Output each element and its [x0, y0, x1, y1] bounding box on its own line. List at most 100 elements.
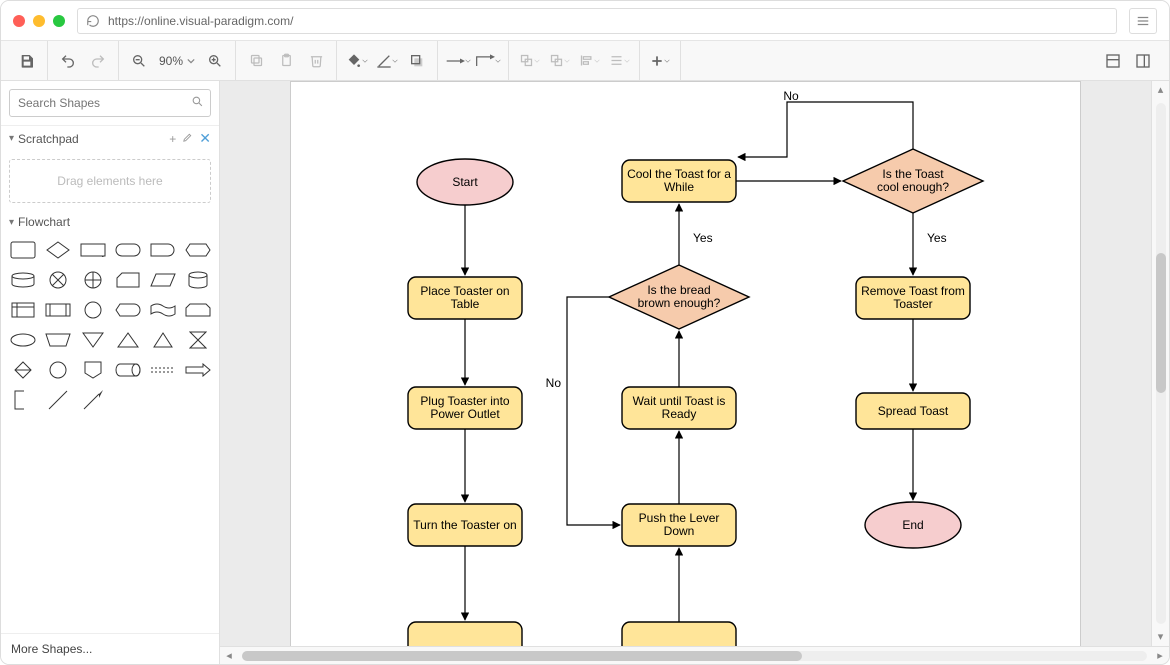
shape-database[interactable] [184, 269, 211, 291]
node-plug-toaster[interactable]: Plug Toaster intoPower Outlet [408, 387, 522, 429]
shape-internal-storage[interactable] [9, 299, 36, 321]
vscroll-thumb[interactable] [1156, 253, 1166, 393]
horizontal-scrollbar[interactable]: ◂ ▸ [220, 646, 1169, 664]
toggle-outline-panel-button[interactable] [1129, 47, 1157, 75]
align-button[interactable] [575, 47, 603, 75]
browser-menu-button[interactable] [1129, 8, 1157, 34]
search-shapes-field[interactable] [16, 95, 185, 111]
node-push-lever[interactable]: Push the LeverDown [622, 504, 736, 546]
minimize-window-button[interactable] [33, 15, 45, 27]
shape-subprocess[interactable] [79, 239, 106, 261]
url-bar[interactable]: https://online.visual-paradigm.com/ [77, 8, 1117, 34]
vertical-scrollbar[interactable]: ▴ ▾ [1151, 81, 1169, 646]
canvas-viewport[interactable]: Start Place Toaster onTable Plug Toaster… [220, 81, 1151, 646]
edge-coolno-loop[interactable] [738, 102, 913, 157]
node-wait-ready[interactable]: Wait until Toast isReady [622, 387, 736, 429]
node-end[interactable]: End [865, 502, 961, 548]
toggle-format-panel-button[interactable] [1099, 47, 1127, 75]
shape-direct-data[interactable] [114, 359, 141, 381]
flowchart-section-header[interactable]: ▾ Flowchart [1, 211, 219, 233]
node-cutoff-a[interactable] [408, 622, 522, 646]
close-window-button[interactable] [13, 15, 25, 27]
distribute-button[interactable] [605, 47, 633, 75]
shape-delay[interactable] [149, 239, 176, 261]
waypoint-button[interactable] [474, 47, 502, 75]
delete-button[interactable] [302, 47, 330, 75]
refresh-icon[interactable] [86, 14, 100, 28]
shape-arrow[interactable] [184, 359, 211, 381]
shadow-button[interactable] [403, 47, 431, 75]
svg-text:Is the breadbrown enough?: Is the breadbrown enough? [638, 283, 721, 310]
diagram-page[interactable]: Start Place Toaster onTable Plug Toaster… [290, 81, 1081, 646]
shape-offpage[interactable] [79, 359, 106, 381]
edge-brown-no-lever[interactable] [567, 297, 620, 525]
scroll-down-arrow[interactable]: ▾ [1158, 628, 1164, 646]
node-cutoff-b[interactable] [622, 622, 736, 646]
shape-sum[interactable] [79, 269, 106, 291]
scratchpad-dropzone[interactable]: Drag elements here [9, 159, 211, 203]
scroll-left-arrow[interactable]: ◂ [220, 649, 238, 662]
shape-triangle[interactable] [149, 329, 176, 351]
shape-process[interactable] [9, 239, 36, 261]
shape-preparation[interactable] [184, 239, 211, 261]
node-spread-toast[interactable]: Spread Toast [856, 393, 970, 429]
shape-connector[interactable] [79, 299, 106, 321]
shape-display[interactable] [114, 299, 141, 321]
to-front-button[interactable] [515, 47, 543, 75]
scroll-right-arrow[interactable]: ▸ [1151, 649, 1169, 662]
shape-merge[interactable] [114, 329, 141, 351]
line-color-button[interactable] [373, 47, 401, 75]
chevron-down-icon [534, 58, 540, 64]
zoom-level-dropdown[interactable]: 90% [155, 54, 199, 68]
scratchpad-section-header[interactable]: ▾ Scratchpad + ✕ [1, 126, 219, 151]
shape-decision[interactable] [44, 239, 71, 261]
to-back-button[interactable] [545, 47, 573, 75]
paste-button[interactable] [272, 47, 300, 75]
shape-predefined[interactable] [44, 299, 71, 321]
shape-extract[interactable] [79, 329, 106, 351]
connection-button[interactable] [444, 47, 472, 75]
zoom-out-button[interactable] [125, 47, 153, 75]
shape-data[interactable] [149, 269, 176, 291]
scratchpad-add-icon[interactable]: + [169, 132, 176, 146]
node-remove-toast[interactable]: Remove Toast fromToaster [856, 277, 970, 319]
hscroll-thumb[interactable] [242, 651, 802, 661]
redo-button[interactable] [84, 47, 112, 75]
node-bread-brown[interactable]: Is the breadbrown enough? [609, 265, 749, 329]
add-button[interactable] [646, 47, 674, 75]
shape-terminal[interactable] [114, 239, 141, 261]
more-shapes-button[interactable]: More Shapes... [1, 633, 219, 664]
zoom-in-button[interactable] [201, 47, 229, 75]
vscroll-track[interactable] [1156, 103, 1166, 624]
undo-button[interactable] [54, 47, 82, 75]
node-turn-on[interactable]: Turn the Toaster on [408, 504, 522, 546]
shape-terminator2[interactable] [9, 329, 36, 351]
node-start[interactable]: Start [417, 159, 513, 205]
shape-collate[interactable] [184, 329, 211, 351]
search-shapes-input[interactable] [9, 89, 211, 117]
shape-line[interactable] [44, 389, 71, 411]
shape-manual-op[interactable] [44, 329, 71, 351]
maximize-window-button[interactable] [53, 15, 65, 27]
shape-or[interactable] [44, 269, 71, 291]
shape-tape[interactable] [149, 299, 176, 321]
save-button[interactable] [13, 47, 41, 75]
node-place-toaster[interactable]: Place Toaster onTable [408, 277, 522, 319]
fill-color-button[interactable] [343, 47, 371, 75]
node-cool-toast[interactable]: Cool the Toast for aWhile [622, 160, 736, 202]
node-toast-cool[interactable]: Is the Toastcool enough? [843, 149, 983, 213]
shape-transfer[interactable] [149, 359, 176, 381]
shape-annotation[interactable] [9, 389, 36, 411]
copy-button[interactable] [242, 47, 270, 75]
shape-sort[interactable] [9, 359, 36, 381]
hscroll-track[interactable] [242, 651, 1147, 661]
shape-storage[interactable] [9, 269, 36, 291]
shape-loop-limit[interactable] [184, 299, 211, 321]
shape-arrow-line[interactable] [79, 389, 106, 411]
shape-card[interactable] [114, 269, 141, 291]
scroll-up-arrow[interactable]: ▴ [1158, 81, 1164, 99]
scratchpad-edit-icon[interactable] [182, 132, 193, 146]
canvas-area: Start Place Toaster onTable Plug Toaster… [220, 81, 1169, 664]
scratchpad-close-icon[interactable]: ✕ [199, 130, 211, 147]
shape-circle[interactable] [44, 359, 71, 381]
